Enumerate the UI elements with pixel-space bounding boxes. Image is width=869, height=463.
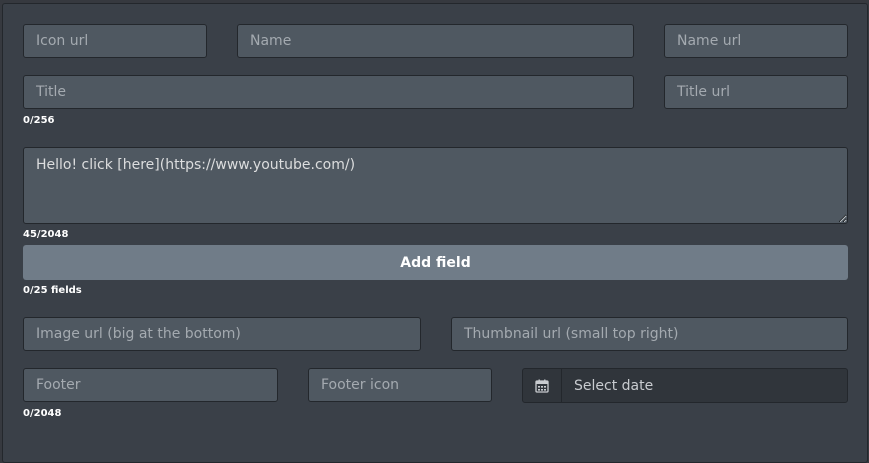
title-input[interactable] — [23, 75, 634, 109]
image-url-input[interactable] — [23, 317, 421, 351]
author-name-input[interactable] — [237, 24, 634, 58]
title-char-counter: 0/256 — [23, 115, 55, 126]
add-field-button[interactable]: Add field — [23, 245, 848, 280]
footer-icon-input[interactable] — [308, 368, 492, 402]
description-char-counter: 45/2048 — [23, 229, 69, 240]
fields-counter: 0/25 fields — [23, 285, 82, 296]
date-input[interactable] — [562, 369, 847, 402]
footer-text-input[interactable] — [23, 368, 278, 402]
title-url-input[interactable] — [664, 75, 848, 109]
calendar-icon[interactable] — [523, 369, 562, 402]
footer-char-counter: 0/2048 — [23, 408, 62, 419]
author-name-url-input[interactable] — [664, 24, 848, 58]
date-picker[interactable] — [522, 368, 848, 403]
author-icon-url-input[interactable] — [23, 24, 207, 58]
description-textarea[interactable]: Hello! click [here](https://www.youtube.… — [23, 147, 848, 224]
thumbnail-url-input[interactable] — [451, 317, 848, 351]
